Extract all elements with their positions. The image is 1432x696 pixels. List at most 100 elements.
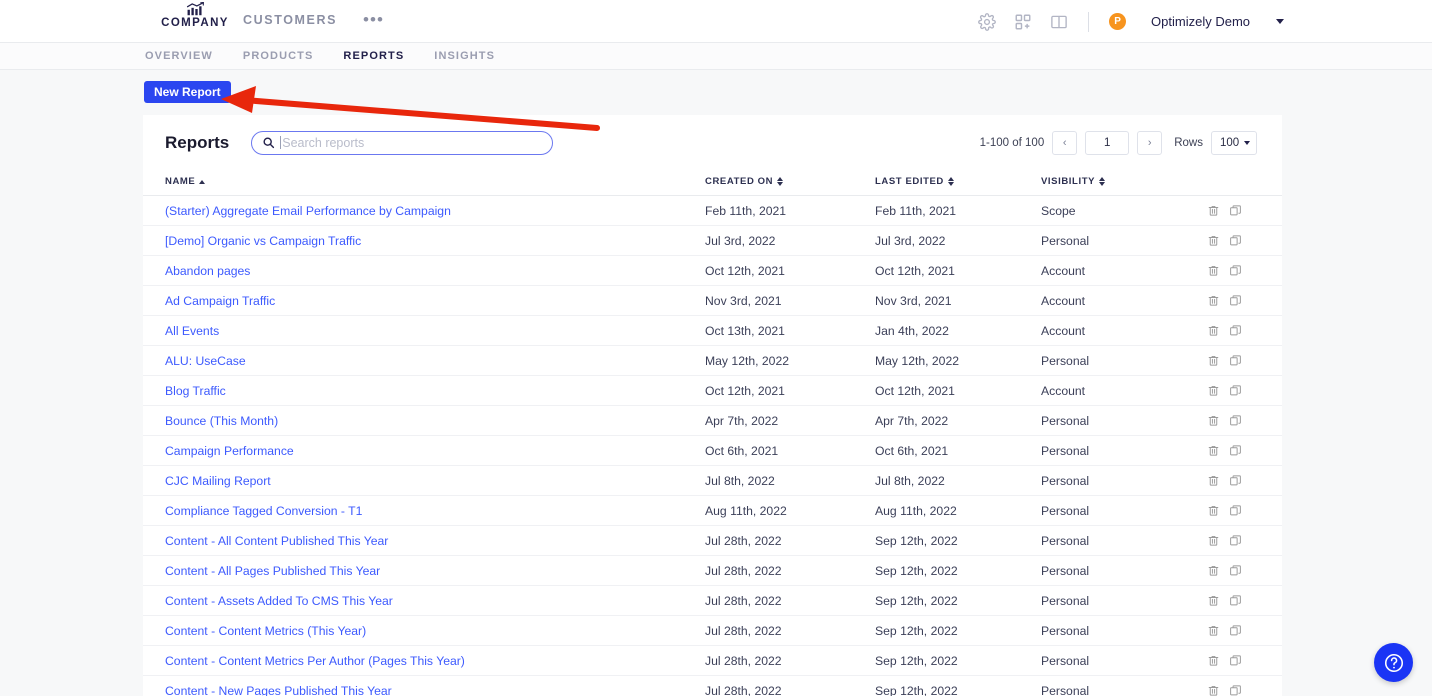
table-row[interactable]: Bounce (This Month)Apr 7th, 2022Apr 7th,… [143, 406, 1282, 436]
delete-icon[interactable] [1207, 534, 1220, 547]
delete-icon[interactable] [1207, 324, 1220, 337]
delete-icon[interactable] [1207, 234, 1220, 247]
column-header-last-edited[interactable]: LAST EDITED [875, 170, 1041, 196]
table-row[interactable]: ALU: UseCaseMay 12th, 2022May 12th, 2022… [143, 346, 1282, 376]
search-input[interactable]: Search reports [251, 131, 553, 155]
top-nav-overflow-icon[interactable]: ••• [363, 16, 384, 24]
duplicate-icon[interactable] [1229, 534, 1242, 547]
table-row[interactable]: Compliance Tagged Conversion - T1Aug 11t… [143, 496, 1282, 526]
duplicate-icon[interactable] [1229, 414, 1242, 427]
report-link[interactable]: Campaign Performance [165, 444, 294, 458]
report-link[interactable]: [Demo] Organic vs Campaign Traffic [165, 234, 361, 248]
table-row[interactable]: Content - All Content Published This Yea… [143, 526, 1282, 556]
report-link[interactable]: Content - Content Metrics (This Year) [165, 624, 366, 638]
delete-icon[interactable] [1207, 204, 1220, 217]
report-link[interactable]: (Starter) Aggregate Email Performance by… [165, 204, 451, 218]
delete-icon[interactable] [1207, 594, 1220, 607]
avatar[interactable]: P [1109, 13, 1126, 30]
duplicate-icon[interactable] [1229, 594, 1242, 607]
tab-reports[interactable]: REPORTS [343, 50, 404, 62]
report-link[interactable]: Content - Content Metrics Per Author (Pa… [165, 654, 465, 668]
duplicate-icon[interactable] [1229, 294, 1242, 307]
table-row[interactable]: Content - Content Metrics Per Author (Pa… [143, 646, 1282, 676]
report-link[interactable]: Content - All Content Published This Yea… [165, 534, 388, 548]
duplicate-icon[interactable] [1229, 264, 1242, 277]
table-row[interactable]: CJC Mailing ReportJul 8th, 2022Jul 8th, … [143, 466, 1282, 496]
table-row[interactable]: Campaign PerformanceOct 6th, 2021Oct 6th… [143, 436, 1282, 466]
report-link[interactable]: Content - All Pages Published This Year [165, 564, 380, 578]
pagination-page-input[interactable] [1085, 131, 1129, 155]
report-link[interactable]: ALU: UseCase [165, 354, 246, 368]
sort-ascending-icon [199, 180, 205, 184]
tab-overview[interactable]: OVERVIEW [145, 50, 213, 62]
tab-products[interactable]: PRODUCTS [243, 50, 314, 62]
delete-icon[interactable] [1207, 294, 1220, 307]
sub-nav: OVERVIEW PRODUCTS REPORTS INSIGHTS [0, 43, 1432, 70]
delete-icon[interactable] [1207, 444, 1220, 457]
brand-logo-block[interactable]: COMPANY [150, 2, 240, 29]
duplicate-icon[interactable] [1229, 324, 1242, 337]
cell-name: Bounce (This Month) [143, 406, 705, 436]
table-row[interactable]: [Demo] Organic vs Campaign TrafficJul 3r… [143, 226, 1282, 256]
duplicate-icon[interactable] [1229, 444, 1242, 457]
duplicate-icon[interactable] [1229, 624, 1242, 637]
report-link[interactable]: Abandon pages [165, 264, 250, 278]
pagination-prev-button[interactable]: ‹ [1052, 131, 1077, 155]
duplicate-icon[interactable] [1229, 474, 1242, 487]
add-app-grid-icon[interactable] [1014, 13, 1032, 31]
gear-icon[interactable] [978, 13, 996, 31]
book-panel-icon[interactable] [1050, 13, 1068, 31]
duplicate-icon[interactable] [1229, 234, 1242, 247]
delete-icon[interactable] [1207, 474, 1220, 487]
report-link[interactable]: Content - New Pages Published This Year [165, 684, 392, 696]
tab-insights[interactable]: INSIGHTS [434, 50, 495, 62]
column-header-created-on[interactable]: CREATED ON [705, 170, 875, 196]
table-row[interactable]: (Starter) Aggregate Email Performance by… [143, 196, 1282, 226]
pagination-next-button[interactable]: › [1137, 131, 1162, 155]
table-row[interactable]: Content - All Pages Published This YearJ… [143, 556, 1282, 586]
delete-icon[interactable] [1207, 414, 1220, 427]
report-link[interactable]: Content - Assets Added To CMS This Year [165, 594, 393, 608]
delete-icon[interactable] [1207, 624, 1220, 637]
new-report-button[interactable]: New Report [144, 81, 231, 103]
user-name[interactable]: Optimizely Demo [1151, 14, 1250, 29]
cell-last-edited: Oct 6th, 2021 [875, 436, 1041, 466]
table-row[interactable]: All EventsOct 13th, 2021Jan 4th, 2022Acc… [143, 316, 1282, 346]
delete-icon[interactable] [1207, 354, 1220, 367]
cell-created-on: May 12th, 2022 [705, 346, 875, 376]
duplicate-icon[interactable] [1229, 204, 1242, 217]
duplicate-icon[interactable] [1229, 504, 1242, 517]
cell-visibility: Personal [1041, 586, 1207, 616]
delete-icon[interactable] [1207, 654, 1220, 667]
report-link[interactable]: Blog Traffic [165, 384, 226, 398]
table-row[interactable]: Blog TrafficOct 12th, 2021Oct 12th, 2021… [143, 376, 1282, 406]
row-actions [1207, 264, 1282, 277]
table-row[interactable]: Content - Content Metrics (This Year)Jul… [143, 616, 1282, 646]
duplicate-icon[interactable] [1229, 654, 1242, 667]
row-actions [1207, 414, 1282, 427]
report-link[interactable]: All Events [165, 324, 219, 338]
help-button[interactable] [1374, 643, 1413, 682]
delete-icon[interactable] [1207, 264, 1220, 277]
duplicate-icon[interactable] [1229, 384, 1242, 397]
column-header-name[interactable]: NAME [143, 170, 705, 196]
delete-icon[interactable] [1207, 504, 1220, 517]
report-link[interactable]: Ad Campaign Traffic [165, 294, 275, 308]
table-row[interactable]: Ad Campaign TrafficNov 3rd, 2021Nov 3rd,… [143, 286, 1282, 316]
duplicate-icon[interactable] [1229, 684, 1242, 696]
table-row[interactable]: Content - Assets Added To CMS This YearJ… [143, 586, 1282, 616]
user-menu-chevron-down-icon[interactable] [1276, 19, 1284, 24]
top-nav-item-customers[interactable]: CUSTOMERS [243, 13, 337, 27]
duplicate-icon[interactable] [1229, 354, 1242, 367]
table-row[interactable]: Abandon pagesOct 12th, 2021Oct 12th, 202… [143, 256, 1282, 286]
rows-per-page-select[interactable]: 100 [1211, 131, 1257, 155]
report-link[interactable]: Bounce (This Month) [165, 414, 278, 428]
duplicate-icon[interactable] [1229, 564, 1242, 577]
delete-icon[interactable] [1207, 384, 1220, 397]
report-link[interactable]: Compliance Tagged Conversion - T1 [165, 504, 362, 518]
column-header-visibility[interactable]: VISIBILITY [1041, 170, 1207, 196]
delete-icon[interactable] [1207, 564, 1220, 577]
table-row[interactable]: Content - New Pages Published This YearJ… [143, 676, 1282, 696]
delete-icon[interactable] [1207, 684, 1220, 696]
report-link[interactable]: CJC Mailing Report [165, 474, 271, 488]
